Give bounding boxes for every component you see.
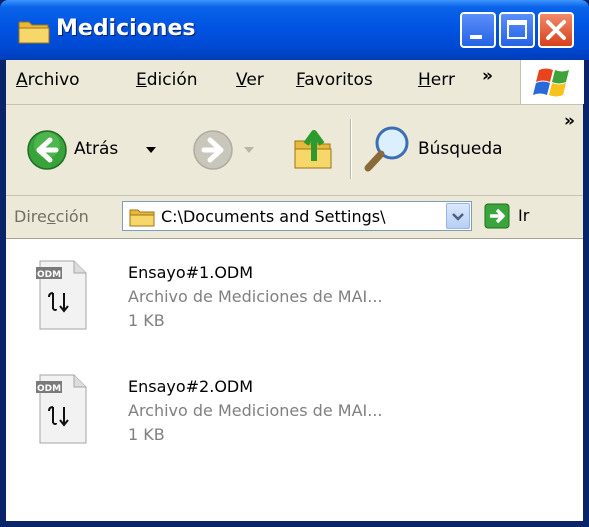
menu-archivo[interactable]: Archivo <box>16 70 80 90</box>
standard-toolbar: Atrás Búsqueda » <box>6 105 583 196</box>
file-badge: ODM <box>37 270 61 280</box>
windows-logo-area <box>520 60 584 104</box>
toolbar-overflow-chevron[interactable]: » <box>564 111 575 131</box>
go-arrow-icon <box>484 203 510 229</box>
address-input[interactable]: C:\Documents and Settings\ <box>122 201 472 231</box>
menu-label: rchivo <box>27 70 80 90</box>
menu-label: dición <box>146 70 198 90</box>
menu-accelerator: F <box>296 70 305 90</box>
address-bar: Dirección C:\Documents and Settings\ Ir <box>6 196 583 239</box>
file-type: Archivo de Mediciones de MAI... <box>128 401 383 420</box>
file-name: Ensayo#1.ODM <box>128 263 254 282</box>
search-label[interactable]: Búsqueda <box>418 139 503 159</box>
go-button[interactable]: Ir <box>484 203 544 231</box>
menu-edicion[interactable]: Edición <box>136 70 198 90</box>
address-path: C:\Documents and Settings\ <box>161 207 386 226</box>
menu-ver[interactable]: Ver <box>236 70 264 90</box>
forward-dropdown-icon <box>244 147 254 153</box>
menu-herramientas[interactable]: Herr <box>418 70 455 90</box>
up-folder-icon[interactable] <box>292 125 336 171</box>
address-label: Dirección <box>14 207 89 226</box>
go-label: Ir <box>518 206 530 225</box>
window-title: Mediciones <box>56 16 196 41</box>
menu-accelerator: A <box>16 70 28 90</box>
odm-file-icon: ODM <box>36 260 87 330</box>
maximize-icon <box>507 20 527 39</box>
menu-accelerator: V <box>236 70 247 90</box>
odm-file-icon: ODM <box>36 374 87 444</box>
menu-accelerator: E <box>136 70 147 90</box>
menu-label: avoritos <box>304 70 373 90</box>
windows-flag-icon <box>533 68 569 97</box>
forward-arrow-icon <box>193 130 233 170</box>
minimize-icon <box>470 35 482 39</box>
file-type: Archivo de Mediciones de MAI... <box>128 287 383 306</box>
folder-icon <box>18 21 50 44</box>
title-bar[interactable]: Mediciones <box>0 0 589 60</box>
menu-overflow-chevron[interactable]: » <box>482 66 493 86</box>
maximize-button[interactable] <box>499 12 535 48</box>
menu-label: er <box>246 70 264 90</box>
menu-label: err <box>430 70 455 90</box>
menu-accelerator: H <box>418 70 431 90</box>
list-item[interactable]: ODM Ensayo#1.ODM Archivo de Mediciones d… <box>6 259 583 359</box>
explorer-window: Mediciones Archivo Edición Ver Favoritos… <box>0 0 589 527</box>
close-icon <box>546 20 566 40</box>
address-label-accelerator: c <box>46 207 56 226</box>
chevron-down-icon <box>452 213 464 221</box>
back-dropdown-icon[interactable] <box>146 147 156 155</box>
list-item[interactable]: ODM Ensayo#2.ODM Archivo de Mediciones d… <box>6 373 583 473</box>
folder-icon <box>129 209 155 227</box>
file-list: ODM Ensayo#1.ODM Archivo de Mediciones d… <box>6 239 583 521</box>
minimize-button[interactable] <box>460 12 496 48</box>
file-badge: ODM <box>37 384 61 394</box>
menu-bar: Archivo Edición Ver Favoritos Herr » <box>6 60 584 105</box>
file-name: Ensayo#2.ODM <box>128 377 254 396</box>
address-label-text: ción <box>55 207 89 226</box>
back-arrow-icon[interactable] <box>26 129 68 171</box>
back-label[interactable]: Atrás <box>74 139 118 159</box>
file-size: 1 KB <box>128 311 165 330</box>
menu-favoritos[interactable]: Favoritos <box>296 70 373 90</box>
search-magnifier-icon[interactable] <box>362 123 412 175</box>
toolbar-separator <box>350 119 352 179</box>
window-frame: Archivo Edición Ver Favoritos Herr » Atr… <box>6 60 584 521</box>
close-button[interactable] <box>538 12 574 48</box>
address-label-text: Dire <box>14 207 47 226</box>
file-size: 1 KB <box>128 425 165 444</box>
address-dropdown-button[interactable] <box>446 203 470 229</box>
